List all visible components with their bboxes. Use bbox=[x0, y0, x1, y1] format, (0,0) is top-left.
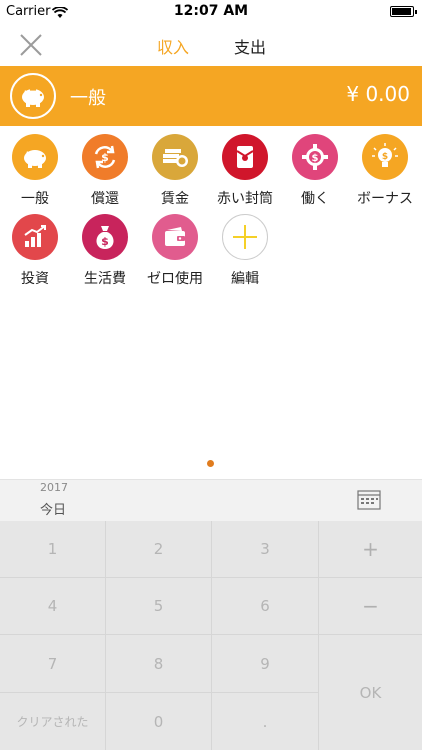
category-label: 働く bbox=[301, 191, 329, 207]
key-3[interactable]: 3 bbox=[212, 521, 318, 577]
category-label: 赤い封筒 bbox=[217, 191, 273, 207]
key-5[interactable]: 5 bbox=[106, 578, 211, 634]
key-clear[interactable]: クリアされた bbox=[0, 693, 105, 750]
key-1[interactable]: 1 bbox=[0, 521, 105, 577]
wallet-icon bbox=[152, 214, 198, 260]
battery-icon bbox=[390, 6, 417, 17]
category-red-envelope[interactable]: 赤い封筒 bbox=[210, 130, 280, 208]
category-living-expenses[interactable]: $ 生活費 bbox=[70, 210, 140, 288]
money-stack-icon bbox=[152, 134, 198, 180]
category-refund[interactable]: $ 償還 bbox=[70, 130, 140, 208]
refund-cycle-icon: $ bbox=[82, 134, 128, 180]
key-9[interactable]: 9 bbox=[212, 635, 318, 692]
category-wages[interactable]: 賃金 bbox=[140, 130, 210, 208]
svg-text:$: $ bbox=[382, 152, 388, 162]
tab-income[interactable]: 収入 bbox=[157, 34, 189, 58]
close-icon[interactable] bbox=[18, 32, 44, 58]
category-label: 償還 bbox=[91, 191, 119, 207]
category-label: 一般 bbox=[21, 191, 49, 207]
svg-text:$: $ bbox=[312, 153, 319, 164]
status-bar: Carrier 12:07 AM bbox=[0, 0, 422, 24]
piggy-bank-icon bbox=[12, 134, 58, 180]
key-6[interactable]: 6 bbox=[212, 578, 318, 634]
lightbulb-coin-icon: $ bbox=[362, 134, 408, 180]
category-label: ゼロ使用 bbox=[147, 271, 203, 287]
key-2[interactable]: 2 bbox=[106, 521, 211, 577]
clock: 12:07 AM bbox=[173, 3, 249, 19]
key-ok[interactable]: OK bbox=[319, 635, 422, 750]
numeric-keypad: 1 2 3 + 4 5 6 − 7 8 9 OK クリアされた 0 . bbox=[0, 521, 422, 750]
date-today[interactable]: 今日 bbox=[40, 499, 66, 518]
date-year: 2017 bbox=[40, 481, 68, 494]
key-decimal[interactable]: . bbox=[212, 693, 318, 750]
category-label: 編輯 bbox=[231, 271, 259, 287]
calendar-icon[interactable] bbox=[357, 489, 381, 511]
key-4[interactable]: 4 bbox=[0, 578, 105, 634]
category-label: 投資 bbox=[21, 271, 49, 287]
selected-category-name: 一般 bbox=[70, 88, 106, 109]
piggy-bank-icon bbox=[10, 73, 56, 119]
category-label: ボーナス bbox=[357, 191, 413, 207]
category-zero-use[interactable]: ゼロ使用 bbox=[140, 210, 210, 288]
gear-coin-icon: $ bbox=[292, 134, 338, 180]
key-7[interactable]: 7 bbox=[0, 635, 105, 692]
growth-chart-icon bbox=[12, 214, 58, 260]
category-general[interactable]: 一般 bbox=[0, 130, 70, 208]
key-0[interactable]: 0 bbox=[106, 693, 211, 750]
category-investment[interactable]: 投資 bbox=[0, 210, 70, 288]
nav-bar: 収入 支出 bbox=[0, 24, 422, 66]
amount-display: ¥ 0.00 bbox=[346, 82, 410, 106]
category-label: 生活費 bbox=[84, 271, 126, 287]
category-work[interactable]: $ 働く bbox=[280, 130, 350, 208]
add-icon bbox=[222, 214, 268, 260]
tab-expense[interactable]: 支出 bbox=[234, 34, 266, 58]
key-minus[interactable]: − bbox=[319, 578, 422, 634]
svg-text:$: $ bbox=[101, 235, 109, 248]
money-bag-icon: $ bbox=[82, 214, 128, 260]
category-label: 賃金 bbox=[161, 191, 189, 207]
page-indicator[interactable] bbox=[207, 460, 214, 467]
selected-category-bar: 一般 ¥ 0.00 bbox=[0, 66, 422, 126]
date-bar: 2017 今日 bbox=[0, 479, 422, 521]
category-bonus[interactable]: $ ボーナス bbox=[350, 130, 420, 208]
svg-text:$: $ bbox=[101, 151, 109, 164]
key-plus[interactable]: + bbox=[319, 521, 422, 577]
key-8[interactable]: 8 bbox=[106, 635, 211, 692]
category-edit[interactable]: 編輯 bbox=[210, 210, 280, 288]
red-envelope-icon bbox=[222, 134, 268, 180]
